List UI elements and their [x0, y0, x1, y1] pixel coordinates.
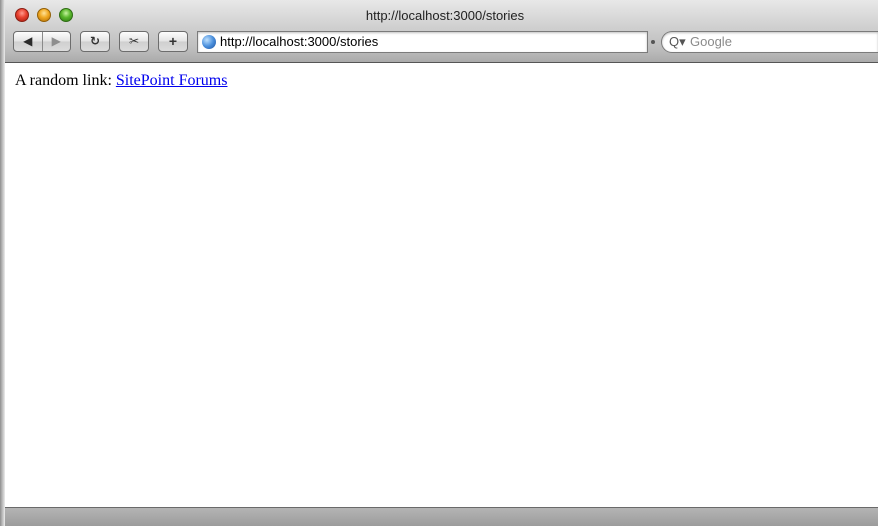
status-bar	[0, 507, 878, 526]
search-icon: Q▾	[669, 34, 686, 49]
address-search-divider	[651, 40, 655, 44]
window-title: http://localhost:3000/stories	[365, 8, 525, 23]
forward-arrow-icon: ▶	[51, 34, 61, 48]
address-url: http://localhost:3000/stories	[220, 34, 379, 49]
page-content: A random link: SitePoint Forums	[5, 63, 878, 507]
address-bar[interactable]: http://localhost:3000/stories	[197, 31, 648, 53]
browser-toolbar: http://localhost:3000/stories ◀ ▶ ↻ ✂ + …	[0, 0, 878, 63]
snippet-icon: ✂	[128, 34, 140, 48]
add-bookmark-icon: +	[168, 33, 178, 49]
snippet-button[interactable]: ✂	[119, 31, 149, 52]
add-bookmark-button[interactable]: +	[158, 31, 188, 52]
back-arrow-icon: ◀	[23, 34, 33, 48]
reload-button[interactable]: ↻	[80, 31, 110, 52]
page-text-line: A random link: SitePoint Forums	[15, 72, 227, 90]
back-forward-group: ◀ ▶	[13, 31, 71, 52]
globe-icon	[202, 35, 216, 49]
link-prefix-text: A random link:	[15, 72, 116, 89]
sitepoint-forums-link[interactable]: SitePoint Forums	[116, 72, 228, 89]
search-input[interactable]	[690, 34, 870, 49]
reload-icon: ↻	[89, 34, 101, 48]
search-box[interactable]: Q▾	[661, 31, 878, 53]
forward-button[interactable]: ▶	[43, 32, 71, 51]
window-edge	[0, 0, 5, 526]
back-button[interactable]: ◀	[14, 32, 43, 51]
browser-window: http://localhost:3000/stories ◀ ▶ ↻ ✂ + …	[0, 0, 878, 526]
